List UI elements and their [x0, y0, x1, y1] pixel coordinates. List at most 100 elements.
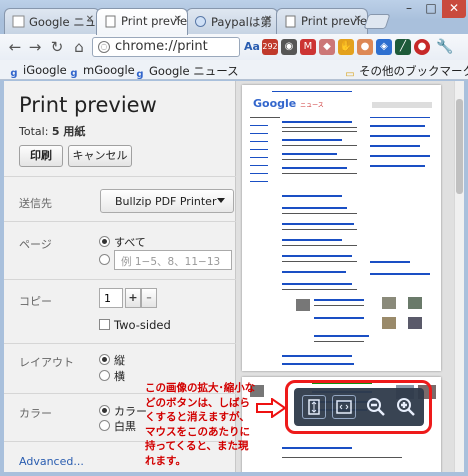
pages-custom-radio[interactable]	[99, 254, 110, 265]
pages-range-input[interactable]: 例 1−5、8、11−13	[114, 250, 232, 270]
headline	[282, 167, 347, 169]
headline	[370, 165, 425, 167]
back-button[interactable]: ←	[6, 38, 24, 56]
calendar-icon[interactable]: 292	[262, 39, 278, 55]
reload-button[interactable]: ↻	[48, 38, 66, 56]
headline	[370, 261, 410, 263]
chevron-down-icon	[217, 198, 225, 203]
headline	[370, 145, 420, 147]
layout-landscape-radio[interactable]	[99, 370, 110, 381]
text-line	[250, 149, 268, 150]
copies-input[interactable]: 1	[99, 288, 123, 308]
text-line	[250, 125, 268, 126]
bookmark-mgoogle[interactable]: g mGoogle	[68, 63, 135, 80]
destination-label: 送信先	[19, 197, 52, 210]
text-line	[250, 133, 268, 134]
headline	[282, 447, 352, 449]
translate-icon[interactable]: Aa	[244, 39, 260, 55]
headline	[314, 335, 369, 337]
total-label: Total:	[19, 125, 49, 138]
extension-icon[interactable]: ◈	[376, 39, 392, 55]
minimize-button[interactable]: –	[398, 0, 420, 18]
map-icon[interactable]: ◆	[319, 39, 335, 55]
divider	[4, 343, 236, 344]
extension-icon[interactable]: ●	[357, 39, 373, 55]
chart-icon[interactable]: ╱	[395, 39, 411, 55]
close-icon[interactable]: ✕	[264, 14, 272, 25]
close-icon[interactable]: ✕	[174, 14, 182, 25]
news-thumbnail	[382, 317, 396, 329]
hand-icon[interactable]: ✋	[338, 39, 354, 55]
divider	[4, 176, 236, 177]
home-button[interactable]: ⌂	[70, 38, 88, 56]
arrow-right-icon	[256, 398, 286, 418]
google-icon: g	[10, 68, 18, 79]
advanced-link[interactable]: Advanced...	[19, 455, 84, 468]
text-line	[250, 181, 268, 182]
maximize-button[interactable]: □	[420, 0, 442, 18]
headline	[282, 271, 346, 273]
text-line	[282, 289, 357, 290]
forward-button[interactable]: →	[26, 38, 44, 56]
page-icon	[12, 15, 25, 28]
search-box	[372, 102, 432, 108]
headline	[282, 121, 352, 123]
gmail-icon[interactable]: M	[300, 39, 316, 55]
wrench-icon[interactable]: 🔧	[436, 39, 453, 55]
pages-all-label: すべて	[114, 236, 146, 249]
browser-window: Google ニュー ✕ Print preview ✕ Paypalは第 ✕ …	[0, 0, 468, 476]
headline	[370, 125, 425, 127]
headline	[282, 363, 354, 365]
other-bookmarks[interactable]: ▭ その他のブックマーク	[344, 63, 468, 81]
cancel-button[interactable]: キャンセル	[68, 145, 132, 167]
highlight-frame	[285, 380, 432, 434]
copies-increment-button[interactable]: +	[125, 288, 141, 308]
close-icon[interactable]: ✕	[354, 14, 362, 25]
tab-paypal[interactable]: Paypalは第 ✕	[186, 8, 278, 34]
camera-icon[interactable]: ◉	[281, 39, 297, 55]
bookmark-igoogle[interactable]: g iGoogle	[8, 63, 66, 80]
logo-sub: ニュース	[300, 102, 324, 109]
bookmark-google-news[interactable]: g Google ニュース	[134, 63, 238, 81]
headline	[370, 273, 430, 275]
preview-page-1: Google ニュース	[242, 85, 441, 371]
print-button[interactable]: 印刷	[19, 145, 63, 167]
address-bar[interactable]: ◌ chrome://print	[92, 37, 240, 57]
preview-scrollbar[interactable]	[454, 81, 464, 472]
bookmark-label: mGoogle	[83, 63, 135, 77]
new-tab-button[interactable]	[363, 14, 391, 29]
layout-portrait-label: 縦	[114, 354, 125, 367]
headline	[282, 255, 352, 257]
close-icon[interactable]: ✕	[86, 14, 94, 25]
text-line	[282, 213, 357, 214]
color-bw-radio[interactable]	[99, 420, 110, 431]
google-logo: Google ニュース	[253, 97, 324, 110]
folder-icon: ▭	[345, 69, 355, 80]
news-thumbnail	[296, 299, 310, 311]
headline	[282, 195, 342, 197]
destination-value: Bullzip PDF Printer	[115, 195, 217, 208]
color-color-label: カラー	[114, 405, 147, 418]
destination-select[interactable]: Bullzip PDF Printer	[100, 189, 234, 213]
headline	[282, 283, 352, 285]
pages-all-radio[interactable]	[99, 236, 110, 247]
window-close-button[interactable]: ✕	[442, 0, 466, 18]
color-color-radio[interactable]	[99, 405, 110, 416]
scrollbar-thumb[interactable]	[456, 99, 463, 194]
layout-portrait-radio[interactable]	[99, 354, 110, 365]
headline	[282, 223, 354, 225]
text-line	[314, 305, 364, 306]
tab-print-preview-2[interactable]: Print preview ✕	[276, 8, 368, 34]
tab-google-news[interactable]: Google ニュー ✕	[4, 8, 100, 34]
text-line	[282, 131, 357, 132]
stop-icon[interactable]: ●	[414, 39, 430, 55]
text-line	[370, 117, 430, 118]
copies-decrement-button[interactable]: –	[141, 288, 157, 308]
address-bar-url: chrome://print	[115, 39, 208, 54]
page-info-icon[interactable]: ◌	[98, 41, 110, 53]
two-sided-checkbox[interactable]	[99, 319, 110, 330]
layout-label: レイアウト	[19, 356, 74, 369]
tab-print-preview[interactable]: Print preview ✕	[96, 8, 188, 35]
extension-badge: 292	[262, 42, 278, 51]
text-line	[282, 261, 357, 262]
